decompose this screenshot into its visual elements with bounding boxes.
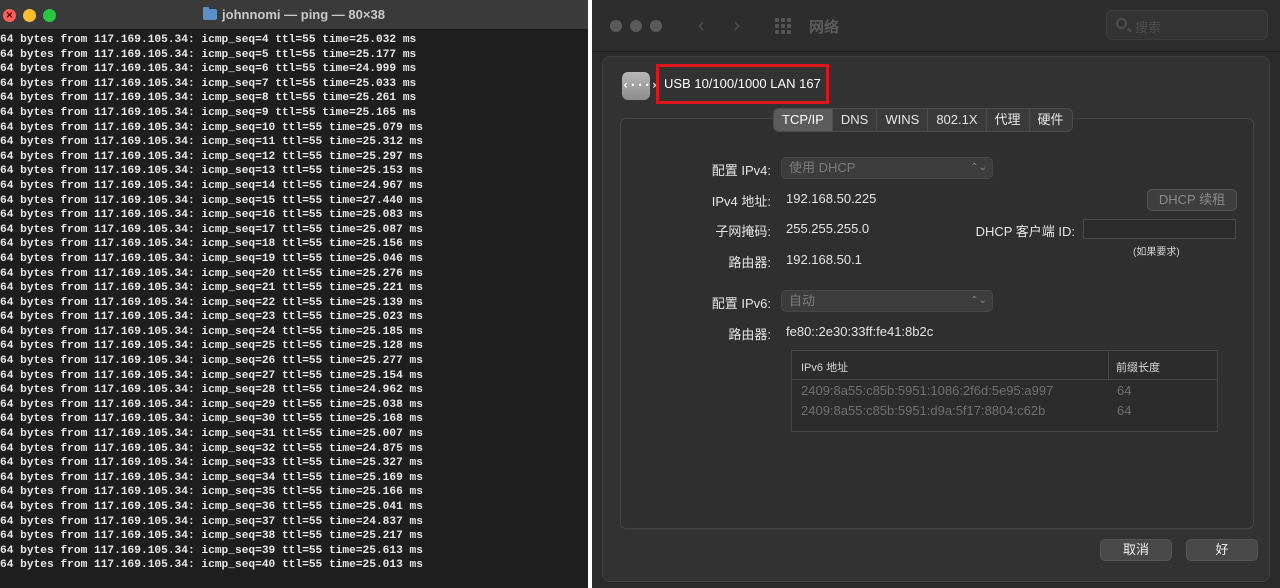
terminal-line: 64 bytes from 117.169.105.34: icmp_seq=3… [0, 442, 423, 455]
terminal-line: 64 bytes from 117.169.105.34: icmp_seq=2… [0, 398, 423, 411]
ipv4-router-value: 192.168.50.1 [786, 252, 862, 267]
subnet-mask-label: 子网掩码: [715, 224, 771, 239]
dhcp-client-id-hint: (如果要求) [1133, 247, 1180, 258]
forward-arrow-icon[interactable]: › [733, 13, 741, 37]
ipv6-router-label: 路由器: [728, 327, 771, 342]
configure-ipv4-label: 配置 IPv4: [711, 163, 771, 178]
tab-proxy[interactable]: 代理 [985, 109, 1029, 131]
tab-tcpip[interactable]: TCP/IP [774, 109, 832, 131]
tab-dns[interactable]: DNS [831, 109, 876, 131]
search-placeholder: 搜索 [1135, 20, 1162, 35]
show-all-grid-icon[interactable] [775, 18, 791, 34]
table-row[interactable]: 2409:8a55:c85b:5951:1086:2f6d:5e95:a997 … [792, 381, 1217, 401]
ipv4-address-label: IPv4 地址: [711, 194, 771, 209]
terminal-line: 64 bytes from 117.169.105.34: icmp_seq=1… [0, 252, 423, 265]
search-icon [1116, 18, 1127, 29]
terminal-output[interactable]: 64 bytes from 117.169.105.34: icmp_seq=4… [0, 33, 588, 573]
close-button-inactive[interactable] [610, 20, 622, 32]
terminal-line: 64 bytes from 117.169.105.34: icmp_seq=1… [0, 223, 423, 236]
folder-icon [203, 7, 218, 20]
terminal-line: 64 bytes from 117.169.105.34: icmp_seq=3… [0, 471, 423, 484]
terminal-line: 64 bytes from 117.169.105.34: icmp_seq=2… [0, 369, 423, 382]
ipv4-router-label: 路由器: [728, 255, 771, 270]
terminal-line: 64 bytes from 117.169.105.34: icmp_seq=2… [0, 355, 423, 368]
terminal-line: 64 bytes from 117.169.105.34: icmp_seq=3… [0, 413, 423, 426]
table-row[interactable]: 2409:8a55:c85b:5951:d9a:5f17:8804:c62b 6… [792, 401, 1217, 421]
interface-name: USB 10/100/1000 LAN 167 [656, 64, 829, 104]
column-header-ipv6-address[interactable]: IPv6 地址 [801, 359, 848, 375]
column-divider [1108, 351, 1109, 379]
terminal-title-text: johnnomi — ping — 80×38 [222, 7, 385, 22]
updown-chevron-icon: ⌃⌄ [970, 162, 987, 173]
cancel-button[interactable]: 取消 [1100, 539, 1172, 561]
dhcp-client-id-label: DHCP 客户端 ID: [975, 224, 1075, 239]
terminal-line: 64 bytes from 117.169.105.34: icmp_seq=2… [0, 325, 423, 338]
terminal-line: 64 bytes from 117.169.105.34: icmp_seq=1… [0, 136, 423, 149]
terminal-line: 64 bytes from 117.169.105.34: icmp_seq=1… [0, 194, 423, 207]
column-header-prefix-length[interactable]: 前缀长度 [1116, 359, 1160, 375]
ipv6-address-cell: 2409:8a55:c85b:5951:d9a:5f17:8804:c62b [801, 403, 1046, 418]
maximize-button-inactive[interactable] [650, 20, 662, 32]
network-toolbar: ‹ › 网络 搜索 [592, 0, 1280, 52]
terminal-line: 64 bytes from 117.169.105.34: icmp_seq=3… [0, 515, 423, 528]
tab-hardware[interactable]: 硬件 [1028, 109, 1072, 131]
dhcp-renew-button[interactable]: DHCP 续租 [1147, 189, 1237, 211]
ipv4-address-value: 192.168.50.225 [786, 191, 877, 206]
terminal-line: 64 bytes from 117.169.105.34: icmp_seq=3… [0, 530, 423, 543]
terminal-title: johnnomi — ping — 80×38 [0, 7, 588, 22]
terminal-line: 64 bytes from 117.169.105.34: icmp_seq=9… [0, 106, 417, 119]
terminal-line: 64 bytes from 117.169.105.34: icmp_seq=4… [0, 559, 423, 572]
terminal-line: 64 bytes from 117.169.105.34: icmp_seq=1… [0, 165, 423, 178]
terminal-line: 64 bytes from 117.169.105.34: icmp_seq=5… [0, 48, 417, 61]
terminal-line: 64 bytes from 117.169.105.34: icmp_seq=6… [0, 63, 417, 76]
ipv6-address-cell: 2409:8a55:c85b:5951:1086:2f6d:5e95:a997 [801, 383, 1054, 398]
terminal-line: 64 bytes from 117.169.105.34: icmp_seq=3… [0, 486, 423, 499]
window-title: 网络 [809, 19, 840, 36]
terminal-line: 64 bytes from 117.169.105.34: icmp_seq=1… [0, 179, 423, 192]
subnet-mask-value: 255.255.255.0 [786, 221, 870, 236]
terminal-line: 64 bytes from 117.169.105.34: icmp_seq=3… [0, 428, 423, 441]
terminal-line: 64 bytes from 117.169.105.34: icmp_seq=7… [0, 77, 417, 90]
terminal-line: 64 bytes from 117.169.105.34: icmp_seq=1… [0, 121, 423, 134]
terminal-line: 64 bytes from 117.169.105.34: icmp_seq=2… [0, 296, 423, 309]
ok-button[interactable]: 好 [1186, 539, 1258, 561]
configure-ipv4-value: 使用 DHCP [789, 160, 856, 175]
terminal-window: × johnnomi — ping — 80×38 64 bytes from … [0, 0, 588, 588]
ipv6-router-value: fe80::2e30:33ff:fe41:8b2c [786, 324, 934, 339]
terminal-line: 64 bytes from 117.169.105.34: icmp_seq=8… [0, 92, 417, 105]
network-preferences-window: ‹ › 网络 搜索 ‹···› USB 10/100/1000 LAN 167 … [592, 0, 1280, 588]
terminal-line: 64 bytes from 117.169.105.34: icmp_seq=2… [0, 267, 423, 280]
configure-ipv6-label: 配置 IPv6: [711, 296, 771, 311]
ethernet-icon: ‹···› [622, 72, 658, 100]
terminal-line: 64 bytes from 117.169.105.34: icmp_seq=3… [0, 544, 423, 557]
dhcp-client-id-field[interactable] [1083, 219, 1236, 239]
advanced-settings-sheet: ‹···› USB 10/100/1000 LAN 167 配置 IPv4: 使… [602, 56, 1270, 582]
terminal-line: 64 bytes from 117.169.105.34: icmp_seq=2… [0, 311, 423, 324]
tab-8021x[interactable]: 802.1X [927, 109, 985, 131]
configure-ipv6-value: 自动 [789, 293, 816, 308]
terminal-line: 64 bytes from 117.169.105.34: icmp_seq=3… [0, 501, 423, 513]
terminal-line: 64 bytes from 117.169.105.34: icmp_seq=1… [0, 209, 423, 222]
terminal-line: 64 bytes from 117.169.105.34: icmp_seq=2… [0, 282, 423, 295]
terminal-line: 64 bytes from 117.169.105.34: icmp_seq=3… [0, 457, 423, 470]
table-header: IPv6 地址 前缀长度 [792, 351, 1217, 380]
configure-ipv4-select[interactable]: 使用 DHCP ⌃⌄ [781, 157, 993, 179]
back-arrow-icon[interactable]: ‹ [697, 13, 705, 37]
settings-panel: 配置 IPv4: 使用 DHCP ⌃⌄ IPv4 地址: 192.168.50.… [620, 118, 1254, 529]
terminal-line: 64 bytes from 117.169.105.34: icmp_seq=2… [0, 340, 423, 353]
prefix-length-cell: 64 [1117, 403, 1132, 418]
updown-chevron-icon: ⌃⌄ [970, 295, 987, 306]
terminal-line: 64 bytes from 117.169.105.34: icmp_seq=2… [0, 384, 423, 397]
configure-ipv6-select[interactable]: 自动 ⌃⌄ [781, 290, 993, 312]
terminal-line: 64 bytes from 117.169.105.34: icmp_seq=4… [0, 34, 417, 46]
terminal-titlebar: × johnnomi — ping — 80×38 [0, 0, 588, 30]
minimize-button-inactive[interactable] [630, 20, 642, 32]
terminal-line: 64 bytes from 117.169.105.34: icmp_seq=1… [0, 238, 423, 251]
terminal-line: 64 bytes from 117.169.105.34: icmp_seq=1… [0, 150, 423, 163]
ipv6-address-table[interactable]: IPv6 地址 前缀长度 2409:8a55:c85b:5951:1086:2f… [791, 350, 1218, 432]
tab-wins[interactable]: WINS [876, 109, 927, 131]
tab-bar: TCP/IP DNS WINS 802.1X 代理 硬件 [773, 108, 1073, 132]
prefix-length-cell: 64 [1117, 383, 1132, 398]
search-input[interactable]: 搜索 [1106, 10, 1268, 40]
